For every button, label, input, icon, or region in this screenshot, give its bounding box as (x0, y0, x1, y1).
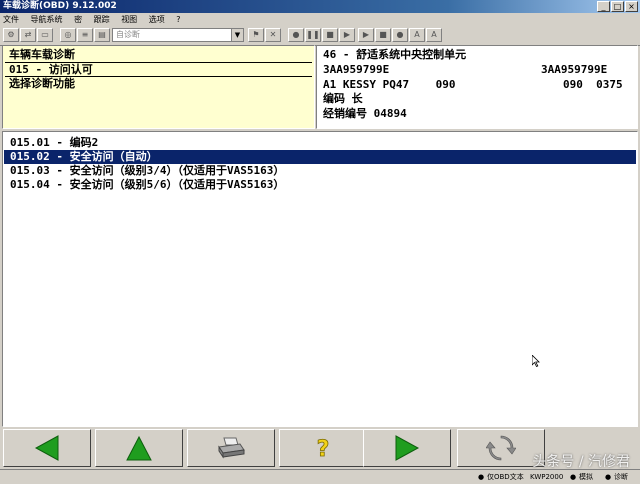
chevron-down-icon: ▼ (231, 29, 243, 41)
font-a-icon[interactable]: A (409, 28, 425, 42)
toolbar: ⚙ ⇄ ▭ ◎ ≡ ▤ 自诊断 ▼ ⚑ ✕ ● ❚❚ ■ ▶ ▶ ■ ● A A (0, 26, 640, 46)
window-title: 车载诊断(OBD) 9.12.002 (3, 1, 117, 11)
menu-help[interactable]: ? (176, 15, 180, 24)
status-dot-icon: ● (570, 473, 577, 481)
close-button[interactable]: × (625, 1, 638, 12)
left-line-2: 015 - 访问认可 (9, 63, 93, 76)
menu-trace[interactable]: 跟踪 (94, 15, 110, 24)
mouse-cursor-icon (532, 355, 540, 367)
menu-secret[interactable]: 密 (74, 15, 82, 24)
printer-icon (218, 437, 245, 459)
back-button[interactable] (3, 429, 91, 467)
pause-icon[interactable]: ❚❚ (305, 28, 321, 42)
component-info: A1 KESSY PQ47 090 (323, 78, 456, 91)
status-mode: 模拟 (579, 473, 593, 481)
title-bar: 车载诊断(OBD) 9.12.002 _ □ × (0, 0, 640, 13)
maximize-button[interactable]: □ (611, 1, 624, 12)
toolbar-flag-icon[interactable]: ⚑ (248, 28, 264, 42)
function-dropdown[interactable]: 自诊断 ▼ (112, 28, 244, 42)
back-arrow-icon (34, 435, 59, 461)
software-version: 090 0375 (563, 78, 623, 91)
left-line-1: 车辆车载诊断 (9, 48, 75, 61)
status-dot-icon: ● (605, 473, 612, 481)
list-item[interactable]: 015.04 - 安全访问（级别5/6）（仅适用于VAS5163） (4, 178, 636, 192)
function-dropdown-value: 自诊断 (116, 30, 140, 39)
print-button[interactable] (187, 429, 275, 467)
question-icon: ? (316, 437, 330, 462)
stop-icon[interactable]: ■ (322, 28, 338, 42)
stop2-icon[interactable]: ■ (375, 28, 391, 42)
svg-text:?: ? (317, 437, 330, 462)
part-number-left: 3AA959799E (323, 63, 390, 76)
help-button[interactable]: ? (279, 429, 367, 467)
part-number-right: 3AA959799E (541, 63, 608, 76)
toolbar-doc-icon[interactable]: ▤ (94, 28, 110, 42)
minimize-button[interactable]: _ (597, 1, 610, 12)
status-obd-text: 仅OBD文本 (487, 473, 524, 481)
toolbar-gateway-icon[interactable]: ◎ (60, 28, 76, 42)
menu-file[interactable]: 文件 (3, 15, 19, 24)
toolbar-list-icon[interactable]: ≡ (77, 28, 93, 42)
coding-info: 编码 长 (323, 92, 363, 105)
right-info-panel: 46 - 舒适系统中央控制单元 3AA959799E 3AA959799E A1… (316, 45, 638, 129)
module-name: 46 - 舒适系统中央控制单元 (323, 48, 467, 61)
left-info-panel: 车辆车载诊断 015 - 访问认可 选择诊断功能 (2, 45, 315, 129)
dealer-number: 经销编号 04894 (323, 107, 407, 120)
toolbar-tool-icon[interactable]: ⚙ (3, 28, 19, 42)
record2-icon[interactable]: ● (392, 28, 408, 42)
forward-arrow-icon (395, 435, 420, 461)
left-line-3: 选择诊断功能 (9, 77, 75, 90)
status-protocol: KWP2000 (530, 473, 564, 481)
up-button[interactable] (95, 429, 183, 467)
font-a2-icon[interactable]: A (426, 28, 442, 42)
status-bar: ● 仅OBD文本 KWP2000 ● 模拟 ● 诊断 (0, 469, 640, 484)
menu-bar: 文件 导航系统 密 跟踪 视图 选项 ? (0, 13, 640, 26)
menu-view[interactable]: 视图 (121, 15, 137, 24)
toolbar-connect-icon[interactable]: ⇄ (20, 28, 36, 42)
refresh-icon (486, 435, 516, 461)
function-list: 015.01 - 编码2 015.02 - 安全访问（自动） 015.03 - … (2, 131, 638, 427)
play2-icon[interactable]: ▶ (358, 28, 374, 42)
list-item-selected[interactable]: 015.02 - 安全访问（自动） (4, 150, 636, 164)
menu-options[interactable]: 选项 (149, 15, 165, 24)
list-item[interactable]: 015.01 - 编码2 (4, 136, 636, 150)
play-icon[interactable]: ▶ (339, 28, 355, 42)
list-item[interactable]: 015.03 - 安全访问（级别3/4）（仅适用于VAS5163） (4, 164, 636, 178)
watermark: 头条号 / 汽修君 (532, 454, 630, 470)
record-icon[interactable]: ● (288, 28, 304, 42)
up-arrow-icon (126, 435, 152, 461)
toolbar-car-icon[interactable]: ▭ (37, 28, 53, 42)
status-dot-icon: ● (478, 473, 485, 481)
status-diagnosis: 诊断 (614, 473, 628, 481)
toolbar-stop-icon[interactable]: ✕ (265, 28, 281, 42)
menu-navigation[interactable]: 导航系统 (31, 15, 63, 24)
forward-button[interactable] (363, 429, 451, 467)
